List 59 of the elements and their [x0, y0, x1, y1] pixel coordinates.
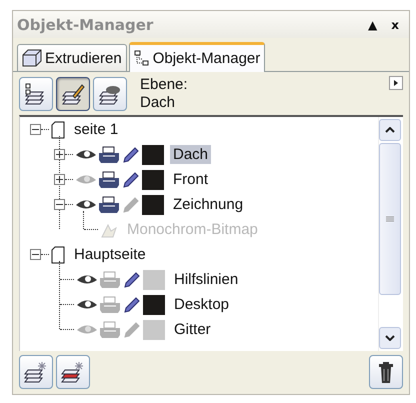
- expander-toggle[interactable]: [54, 174, 65, 185]
- new-layer-icon: [24, 360, 48, 384]
- layer-label[interactable]: Desktop: [171, 295, 232, 314]
- minus-icon: [32, 251, 39, 258]
- window-control[interactable]: x: [387, 18, 403, 32]
- pencil-icon[interactable]: [123, 296, 141, 314]
- layer-name: Dach: [140, 94, 176, 112]
- expander-toggle[interactable]: [30, 249, 41, 260]
- pencil-icon[interactable]: [122, 146, 140, 164]
- page-label[interactable]: Hauptseite: [71, 245, 149, 264]
- layer-label[interactable]: Dach: [170, 145, 212, 164]
- caret-icon: [394, 80, 398, 86]
- window-title: Objekt-Manager: [17, 16, 154, 34]
- eye-icon[interactable]: [75, 148, 97, 162]
- pencil-icon[interactable]: [122, 170, 140, 188]
- printer-icon[interactable]: [98, 196, 120, 214]
- layer-caption: Ebene:: [140, 76, 189, 94]
- layers-pencil-icon: [61, 82, 85, 106]
- trash-icon: [378, 360, 394, 384]
- scroll-thumb[interactable]: [379, 143, 401, 295]
- layer-label[interactable]: Hilfslinien: [171, 270, 242, 289]
- tab[interactable]: Extrudieren: [17, 44, 127, 71]
- new-master-layer-icon: [61, 360, 85, 384]
- eye-icon[interactable]: [76, 272, 98, 286]
- eye-icon[interactable]: [75, 198, 97, 212]
- page-icon: [51, 246, 65, 264]
- layer-label[interactable]: Front: [170, 170, 212, 189]
- expander-toggle[interactable]: [30, 124, 41, 135]
- chevron-down-icon: [385, 335, 395, 341]
- cube-icon: [22, 49, 42, 67]
- layer-tool-button[interactable]: [93, 77, 127, 111]
- expander-toggle[interactable]: [54, 199, 65, 210]
- plus-icon: [56, 176, 63, 183]
- new-layer-button[interactable]: [19, 355, 53, 389]
- minus-icon: [56, 201, 63, 208]
- page-label[interactable]: seite 1: [71, 120, 122, 139]
- chevron-up-icon: [385, 127, 395, 133]
- layer-label[interactable]: Gitter: [171, 320, 214, 339]
- delete-button[interactable]: [369, 355, 403, 389]
- expander-toggle[interactable]: [54, 149, 65, 160]
- scroll-up-button[interactable]: [379, 119, 401, 141]
- tree-icon: [134, 50, 150, 68]
- printer-icon[interactable]: [98, 146, 120, 164]
- scrollbar[interactable]: [378, 117, 403, 351]
- pencil-icon[interactable]: [123, 270, 141, 288]
- page-icon: [51, 120, 65, 138]
- layer-label[interactable]: Zeichnung: [170, 195, 246, 214]
- layer-tool-button[interactable]: [19, 77, 53, 111]
- minus-icon: [32, 126, 39, 133]
- tab[interactable]: Objekt-Manager: [128, 42, 266, 72]
- flyout-button[interactable]: [389, 76, 403, 90]
- plus-icon: [56, 151, 63, 158]
- grip-icon: [386, 216, 394, 222]
- layer-tool-button[interactable]: [56, 77, 90, 111]
- scroll-down-button[interactable]: [379, 327, 401, 349]
- window-control[interactable]: ▲: [364, 18, 382, 32]
- new-master-layer-button[interactable]: [56, 355, 90, 389]
- printer-icon[interactable]: [98, 170, 120, 188]
- eye-icon[interactable]: [76, 298, 98, 312]
